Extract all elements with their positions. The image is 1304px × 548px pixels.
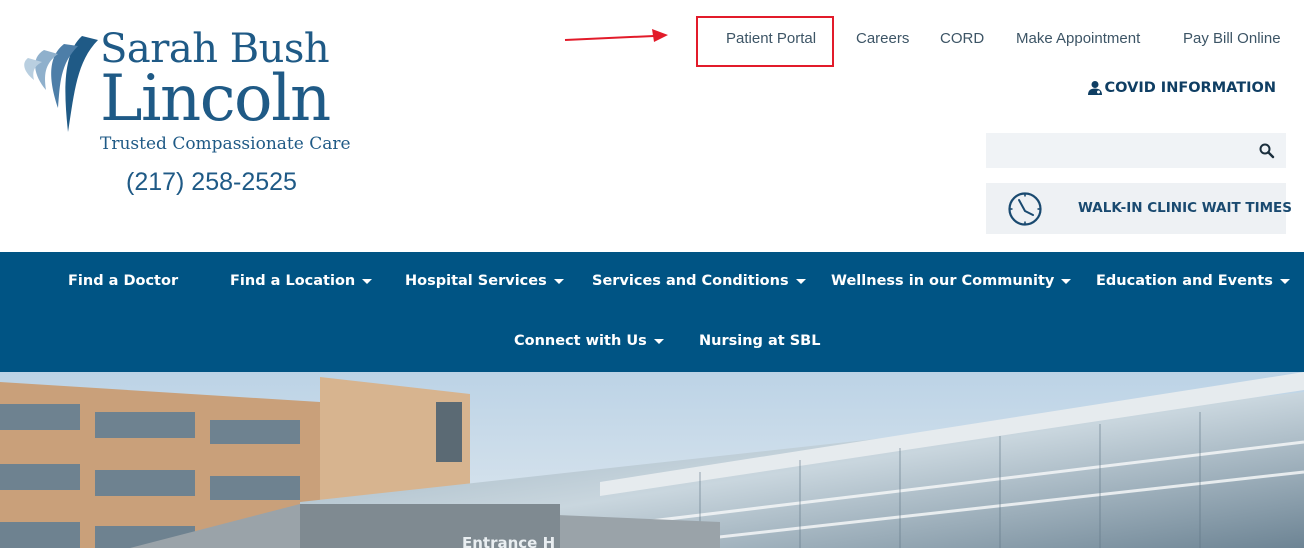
main-navigation: Find a Doctor Find a Location Hospital S… (0, 252, 1304, 372)
covid-information-label: COVID INFORMATION (1104, 80, 1276, 96)
site-header: Sarah Bush Lincoln Trusted Compassionate… (0, 0, 1304, 252)
caret-down-icon (553, 279, 564, 284)
nav-item-label: Find a Doctor (68, 273, 179, 289)
top-link-careers[interactable]: Careers (856, 30, 909, 47)
search-icon[interactable] (1258, 142, 1276, 160)
nav-item-hospital-services[interactable]: Hospital Services (405, 273, 564, 289)
search-input[interactable] (986, 133, 1246, 168)
walk-in-wait-times-button[interactable]: WALK-IN CLINIC WAIT TIMES (986, 183, 1292, 234)
entrance-sign: Entrance H (462, 534, 555, 548)
nav-item-wellness-in-our-community[interactable]: Wellness in our Community (831, 273, 1072, 289)
person-icon (1087, 81, 1102, 95)
hospital-building-illustration: Entrance H (0, 372, 1304, 548)
nav-item-label: Wellness in our Community (831, 273, 1055, 289)
walk-in-wait-times-label: WALK-IN CLINIC WAIT TIMES (1078, 200, 1292, 216)
logo-swoosh-icon (24, 36, 98, 132)
phone-number-link[interactable]: (217) 258-2525 (126, 168, 297, 197)
nav-item-label: Nursing at SBL (699, 333, 821, 349)
nav-item-education-and-events[interactable]: Education and Events (1096, 273, 1290, 289)
nav-item-label: Services and Conditions (592, 273, 789, 289)
clock-icon (1008, 192, 1042, 226)
covid-information-link[interactable]: COVID INFORMATION (1087, 80, 1276, 96)
caret-down-icon (795, 279, 806, 284)
caret-down-icon (1061, 279, 1072, 284)
caret-down-icon (362, 279, 373, 284)
nav-item-find-a-doctor[interactable]: Find a Doctor (68, 273, 178, 289)
logo-text-line2: Lincoln (100, 62, 331, 136)
nav-item-label: Education and Events (1096, 273, 1273, 289)
nav-item-find-a-location[interactable]: Find a Location (230, 273, 373, 289)
caret-down-icon (1279, 279, 1290, 284)
top-link-pay-bill-online[interactable]: Pay Bill Online (1183, 30, 1281, 47)
site-logo[interactable]: Sarah Bush Lincoln Trusted Compassionate… (22, 26, 362, 161)
top-link-make-appointment[interactable]: Make Appointment (1016, 30, 1140, 47)
nav-item-label: Connect with Us (514, 333, 647, 349)
caret-down-icon (653, 339, 664, 344)
search-bar (986, 133, 1286, 168)
annotation-arrow-icon (564, 29, 668, 42)
logo-tagline: Trusted Compassionate Care (100, 134, 351, 154)
nav-item-nursing-at-sbl[interactable]: Nursing at SBL (699, 333, 820, 349)
nav-item-label: Find a Location (230, 273, 356, 289)
hero-image: Entrance H (0, 372, 1304, 548)
nav-item-label: Hospital Services (405, 273, 547, 289)
top-link-cord[interactable]: CORD (940, 30, 984, 47)
nav-item-services-and-conditions[interactable]: Services and Conditions (592, 273, 806, 289)
nav-item-connect-with-us[interactable]: Connect with Us (514, 333, 664, 349)
annotation-highlight-box (696, 16, 834, 67)
